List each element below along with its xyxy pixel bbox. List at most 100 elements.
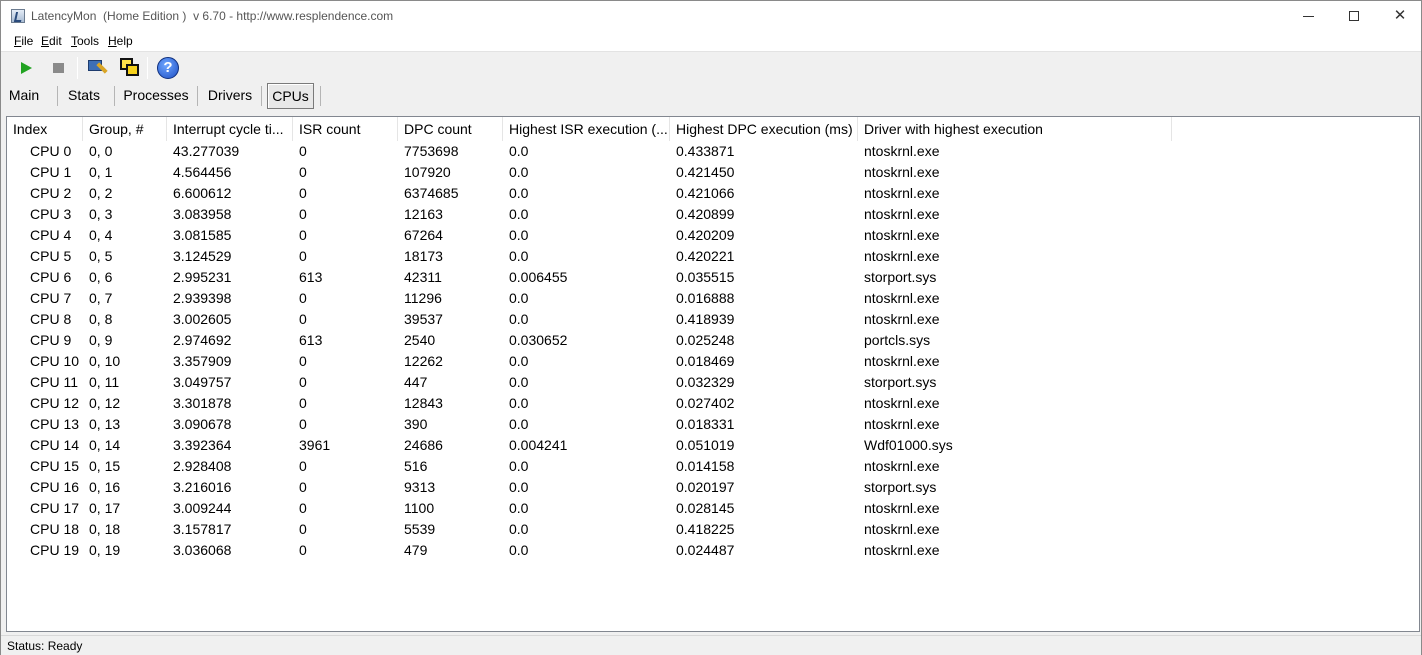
- col-group-cell: 0, 15: [89, 458, 121, 474]
- col-group-cell: 0, 12: [89, 395, 121, 411]
- col-group-cell: 0, 19: [89, 542, 121, 558]
- col-highest-isr-cell: 0.0: [509, 185, 529, 201]
- col-isr-count-cell: 0: [299, 248, 307, 264]
- col-driver-header[interactable]: Driver with highest execution: [858, 117, 1172, 141]
- status-bar: Status: Ready: [1, 635, 1421, 655]
- col-group-cell: 0, 10: [89, 353, 121, 369]
- close-button[interactable]: ✕: [1377, 1, 1422, 32]
- table-row[interactable]: CPU 15 0, 15 2.928408 0 516 0.0 0.014158 ntoskr…: [7, 456, 1419, 477]
- table-row[interactable]: CPU 11 0, 11 3.049757 0 447 0.0 0.032329 storpo…: [7, 372, 1419, 393]
- minimize-button[interactable]: [1285, 1, 1331, 32]
- col-isr-count-header[interactable]: ISR count: [293, 117, 398, 141]
- table-row[interactable]: CPU 12 0, 12 3.301878 0 12843 0.0 0.027402 ntos…: [7, 393, 1419, 414]
- col-highest-dpc-cell: 0.025248: [676, 332, 735, 348]
- col-driver-cell: ntoskrnl.exe: [864, 206, 940, 222]
- menu-tools[interactable]: Tools: [71, 34, 99, 48]
- tab-stats[interactable]: Stats: [62, 83, 106, 108]
- col-highest-isr-cell: 0.006455: [509, 269, 568, 285]
- col-dpc-count-header[interactable]: DPC count: [398, 117, 503, 141]
- col-highest-isr-cell: 0.030652: [509, 332, 568, 348]
- start-button[interactable]: [13, 55, 39, 81]
- col-interrupt-cycle-time-cell: 2.928408: [173, 458, 232, 474]
- driver-info-button[interactable]: [84, 55, 110, 81]
- table-row[interactable]: CPU 19 0, 19 3.036068 0 479 0.0 0.024487 ntoskr…: [7, 540, 1419, 561]
- col-group-cell: 0, 6: [89, 269, 113, 285]
- col-highest-isr-cell: 0.0: [509, 395, 529, 411]
- col-highest-isr-cell: 0.0: [509, 353, 529, 369]
- col-highest-isr-header[interactable]: Highest ISR execution (...: [503, 117, 670, 141]
- col-interrupt-cycle-time-cell: 3.002605: [173, 311, 232, 327]
- col-highest-isr-cell: 0.0: [509, 206, 529, 222]
- col-highest-dpc-cell: 0.420221: [676, 248, 735, 264]
- col-isr-count-cell: 0: [299, 311, 307, 327]
- table-row[interactable]: CPU 13 0, 13 3.090678 0 390 0.0 0.018331 ntoskr…: [7, 414, 1419, 435]
- col-highest-dpc-cell: 0.027402: [676, 395, 735, 411]
- col-interrupt-cycle-time-cell: 3.049757: [173, 374, 232, 390]
- table-row[interactable]: CPU 14 0, 14 3.392364 3961 24686 0.004241 0.05…: [7, 435, 1419, 456]
- table-row[interactable]: CPU 18 0, 18 3.157817 0 5539 0.0 0.418225 ntosk…: [7, 519, 1419, 540]
- table-header: Index Group, # Interrupt cycle ti... ISR co…: [7, 117, 1419, 141]
- menu-file[interactable]: File: [14, 34, 33, 48]
- table-row[interactable]: CPU 1 0, 1 4.564456 0 107920 0.0 0.421450 ntosk…: [7, 162, 1419, 183]
- col-isr-count-cell: 0: [299, 416, 307, 432]
- col-isr-count-cell: 0: [299, 164, 307, 180]
- col-interrupt-cycle-time-cell: 3.090678: [173, 416, 232, 432]
- windows-button[interactable]: [116, 55, 142, 81]
- col-highest-dpc-cell: 0.020197: [676, 479, 735, 495]
- col-highest-dpc-cell: 0.433871: [676, 143, 735, 159]
- table-row[interactable]: CPU 2 0, 2 6.600612 0 6374685 0.0 0.421066 ntos…: [7, 183, 1419, 204]
- table-row[interactable]: CPU 10 0, 10 3.357909 0 12262 0.0 0.018469 ntos…: [7, 351, 1419, 372]
- tab-bar: Main Stats Processes Drivers CPUs: [1, 83, 1421, 109]
- col-index-cell: CPU 4: [30, 227, 72, 243]
- menu-help[interactable]: Help: [108, 34, 133, 48]
- col-highest-dpc-cell: 0.418225: [676, 521, 735, 537]
- col-highest-dpc-header[interactable]: Highest DPC execution (ms): [670, 117, 858, 141]
- col-group-cell: 0, 18: [89, 521, 121, 537]
- col-highest-dpc-cell: 0.018331: [676, 416, 735, 432]
- table-row[interactable]: CPU 6 0, 6 2.995231 613 42311 0.006455 0.03551…: [7, 267, 1419, 288]
- col-interrupt-cycle-time-header[interactable]: Interrupt cycle ti...: [167, 117, 293, 141]
- col-interrupt-cycle-time-cell: 4.564456: [173, 164, 232, 180]
- col-group-cell: 0, 8: [89, 311, 113, 327]
- cpu-table[interactable]: Index Group, # Interrupt cycle ti... ISR co…: [6, 116, 1420, 632]
- tab-drivers[interactable]: Drivers: [202, 83, 258, 108]
- help-button[interactable]: ?: [154, 55, 180, 81]
- col-index-cell: CPU 11: [30, 374, 78, 390]
- table-row[interactable]: CPU 8 0, 8 3.002605 0 39537 0.0 0.418939 ntoskr…: [7, 309, 1419, 330]
- table-row[interactable]: CPU 0 0, 0 43.277039 0 7753698 0.0 0.433871 nto…: [7, 141, 1419, 162]
- col-index-cell: CPU 1: [30, 164, 72, 180]
- col-group-header[interactable]: Group, #: [83, 117, 167, 141]
- col-index-header[interactable]: Index: [7, 117, 83, 141]
- col-interrupt-cycle-time-cell: 2.995231: [173, 269, 232, 285]
- col-index-cell: CPU 0: [30, 143, 72, 159]
- col-highest-dpc-cell: 0.018469: [676, 353, 735, 369]
- col-group-cell: 0, 3: [89, 206, 113, 222]
- col-isr-count-cell: 0: [299, 353, 307, 369]
- col-dpc-count-cell: 67264: [404, 227, 443, 243]
- col-group-cell: 0, 4: [89, 227, 113, 243]
- col-driver-cell: ntoskrnl.exe: [864, 500, 940, 516]
- col-interrupt-cycle-time-cell: 3.009244: [173, 500, 232, 516]
- tab-main[interactable]: Main: [4, 83, 44, 108]
- tab-cpus[interactable]: CPUs: [267, 83, 314, 109]
- table-row[interactable]: CPU 16 0, 16 3.216016 0 9313 0.0 0.020197 storp…: [7, 477, 1419, 498]
- col-interrupt-cycle-time-cell: 3.392364: [173, 437, 232, 453]
- col-isr-count-cell: 0: [299, 395, 307, 411]
- col-group-cell: 0, 5: [89, 248, 113, 264]
- col-index-cell: CPU 15: [30, 458, 80, 474]
- title-bar[interactable]: LatencyMon (Home Edition ) v 6.70 - http…: [1, 1, 1421, 32]
- table-row[interactable]: CPU 17 0, 17 3.009244 0 1100 0.0 0.028145 ntosk…: [7, 498, 1419, 519]
- menu-edit[interactable]: Edit: [41, 34, 62, 48]
- table-row[interactable]: CPU 7 0, 7 2.939398 0 11296 0.0 0.016888 ntoskr…: [7, 288, 1419, 309]
- table-row[interactable]: CPU 4 0, 4 3.081585 0 67264 0.0 0.420209 ntoskr…: [7, 225, 1419, 246]
- table-row[interactable]: CPU 9 0, 9 2.974692 613 2540 0.030652 0.025248…: [7, 330, 1419, 351]
- maximize-button[interactable]: [1331, 1, 1377, 32]
- table-row[interactable]: CPU 5 0, 5 3.124529 0 18173 0.0 0.420221 ntoskr…: [7, 246, 1419, 267]
- col-group-cell: 0, 13: [89, 416, 121, 432]
- col-index-cell: CPU 5: [30, 248, 72, 264]
- stop-button[interactable]: [46, 55, 72, 81]
- col-interrupt-cycle-time-cell: 2.939398: [173, 290, 232, 306]
- table-row[interactable]: CPU 3 0, 3 3.083958 0 12163 0.0 0.420899 ntoskr…: [7, 204, 1419, 225]
- tab-processes[interactable]: Processes: [120, 83, 192, 108]
- col-dpc-count-cell: 12163: [404, 206, 443, 222]
